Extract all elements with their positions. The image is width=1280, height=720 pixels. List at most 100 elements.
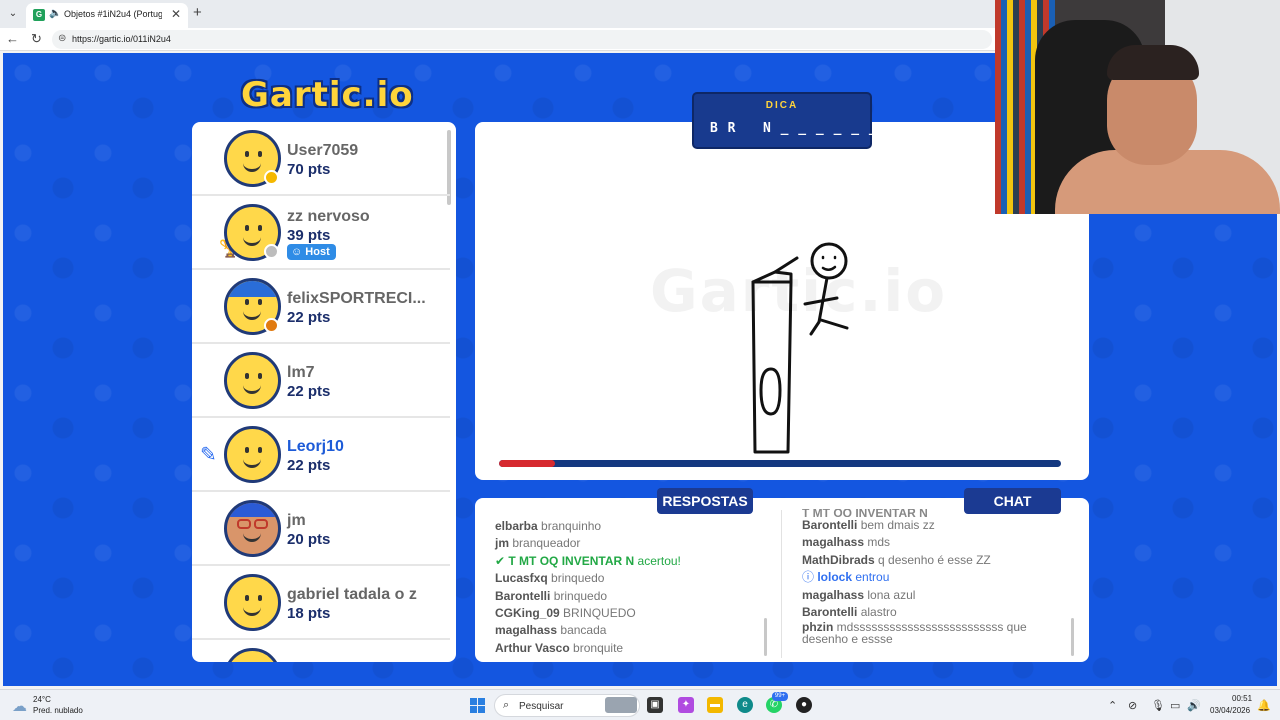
player-avatar	[224, 574, 281, 631]
gartic-logo: Gartic.io	[241, 75, 414, 115]
cloud-icon[interactable]: ☁	[12, 697, 27, 715]
edge-browser-icon[interactable]: e	[737, 697, 753, 713]
player-avatar	[224, 352, 281, 409]
player-name: gabriel tadala o z	[287, 586, 417, 603]
volume-icon[interactable]: 🔊	[1187, 699, 1201, 712]
wifi-icon[interactable]: ▭	[1170, 699, 1180, 712]
sketch-leg-left	[809, 320, 821, 336]
answer-message: Arthur Vasco bronquite	[495, 640, 624, 655]
player-points: 70 pts	[287, 161, 331, 178]
player-points: 18 pts	[287, 605, 331, 622]
weather-description[interactable]: Pred. nublado	[33, 706, 83, 715]
player-list: User7059 70 pts 🏆 zz nervoso 39 pts ☺ Ho…	[192, 122, 456, 662]
clock-date[interactable]: 03/04/2026	[1210, 706, 1250, 715]
tab-list-chevron-icon[interactable]: ⌄	[5, 6, 21, 22]
chevron-up-icon[interactable]: ⌃	[1108, 699, 1117, 712]
answer-message: Lucasfxq brinquedo	[495, 571, 605, 586]
answer-message: elbarba branquinho	[495, 519, 602, 533]
answers-scrollbar[interactable]	[764, 618, 767, 656]
info-icon: ⓘ	[802, 570, 818, 585]
answer-message: Barontelli brinquedo	[495, 588, 608, 603]
gartic-favicon-icon: G	[33, 9, 45, 21]
task-view-icon[interactable]: ▣	[647, 697, 663, 713]
clock-time[interactable]: 00:51	[1232, 694, 1252, 703]
player-avatar	[224, 426, 281, 483]
back-arrow-icon[interactable]: ←	[6, 31, 19, 46]
player-points: 39 pts	[287, 227, 331, 244]
player-row: gabriel tadala o z 18 pts	[192, 566, 450, 640]
chat-message: Barontelli bem dmais zz	[802, 518, 935, 532]
answer-message: CGKing_09 BRINQUEDO	[495, 606, 636, 621]
player-row-partial	[192, 640, 450, 662]
tab-title: Objetos #1iN2u4 (Português)	[64, 9, 162, 19]
player-row: lm7 22 pts	[192, 344, 450, 418]
status-dot	[264, 244, 279, 259]
sketch-label	[759, 367, 782, 416]
player-name: lm7	[287, 364, 315, 381]
player-row: felixSPORTRECI... 22 pts	[192, 270, 450, 344]
host-badge: ☺ Host	[287, 244, 336, 260]
chat-message: magalhass lona azul	[802, 587, 916, 602]
player-points: 20 pts	[287, 531, 331, 548]
search-placeholder: Pesquisar	[519, 701, 564, 712]
site-info-icon[interactable]: ⊜	[58, 33, 66, 44]
sketch-leg-right	[819, 318, 849, 330]
chat-list: T MT OQ INVENTAR N Barontelli bem dmais …	[802, 509, 1064, 645]
player-points: 22 pts	[287, 383, 331, 400]
player-name: jm	[287, 512, 306, 529]
chat-join-message: ⓘ lolock entrou	[802, 570, 890, 585]
close-tab-icon[interactable]: ✕	[171, 7, 181, 21]
chat-scrollbar[interactable]	[1071, 618, 1074, 656]
player-name: Leorj10	[287, 438, 344, 455]
hint-box: DICA B R N _ _ _ _ _ _ _ _ _ _	[692, 92, 947, 149]
chat-message-partial: T MT OQ INVENTAR N	[802, 509, 928, 517]
checkmark-icon: ✔	[495, 553, 509, 568]
media-app-icon[interactable]: ●	[796, 697, 812, 713]
url-field[interactable]: ⊜ https://gartic.io/011iN2u4	[52, 30, 992, 49]
microphone-icon[interactable]: 🎙	[1151, 699, 1165, 712]
notification-bell-icon[interactable]: 🔔	[1257, 699, 1271, 712]
player-points: 22 pts	[287, 309, 331, 326]
chat-message: MathDibrads q desenho é esse ZZ	[802, 552, 991, 567]
player-row: 🏆 zz nervoso 39 pts ☺ Host	[192, 196, 450, 270]
hint-word: B R N _ _ _ _ _ _ _ _ _ _	[710, 121, 949, 136]
player-row: User7059 70 pts	[192, 122, 450, 196]
answer-message: jm branqueador	[495, 536, 581, 551]
player-name: User7059	[287, 142, 359, 159]
whatsapp-badge: 99+	[772, 692, 788, 701]
chat-message: magalhass mds	[802, 535, 891, 550]
search-icon: ⌕	[503, 699, 510, 711]
answers-tab[interactable]: RESPOSTAS	[657, 488, 753, 514]
chat-message: Barontelli alastro	[802, 605, 897, 620]
status-dot	[264, 318, 279, 333]
sketch-cap-line	[773, 256, 799, 274]
windows-taskbar: ☁ 24°C Pred. nublado ⌕ Pesquisar ▣ ✦ ▬ e…	[0, 689, 1280, 720]
panel-divider	[781, 510, 782, 658]
pencil-icon: ✎	[200, 444, 217, 466]
round-timer-fill	[499, 460, 556, 467]
speaker-icon[interactable]: 🔈	[49, 8, 61, 19]
network-icon[interactable]: ⊘	[1128, 699, 1137, 712]
weather-temperature[interactable]: 24°C	[33, 695, 51, 704]
hint-title: DICA	[765, 100, 799, 111]
sketch-bottle	[751, 280, 793, 454]
search-highlight-icon[interactable]	[605, 697, 637, 713]
windows-start-icon[interactable]	[470, 698, 485, 713]
player-avatar	[224, 648, 281, 662]
reload-icon[interactable]: ↻	[31, 31, 42, 47]
round-timer-bar	[499, 460, 1061, 467]
new-tab-icon[interactable]: +	[193, 4, 202, 21]
status-dot	[264, 170, 279, 185]
player-avatar	[224, 500, 281, 557]
player-points: 22 pts	[287, 457, 331, 474]
player-name: felixSPORTRECI...	[287, 290, 426, 307]
player-name: zz nervoso	[287, 208, 370, 225]
file-explorer-icon[interactable]: ▬	[707, 697, 723, 713]
browser-tab[interactable]: G 🔈 Objetos #1iN2u4 (Português) ✕	[26, 3, 188, 28]
chat-message: phzin mdsssssssssssssssssssssssss que de…	[802, 620, 1027, 647]
sketch-face	[821, 255, 837, 271]
answer-message: magalhass bancada	[495, 623, 607, 638]
webcam-person-hair	[1107, 45, 1199, 80]
copilot-icon[interactable]: ✦	[678, 697, 694, 713]
answers-list: elbarba branquinho jm branqueador ✔ T MT…	[495, 518, 765, 657]
